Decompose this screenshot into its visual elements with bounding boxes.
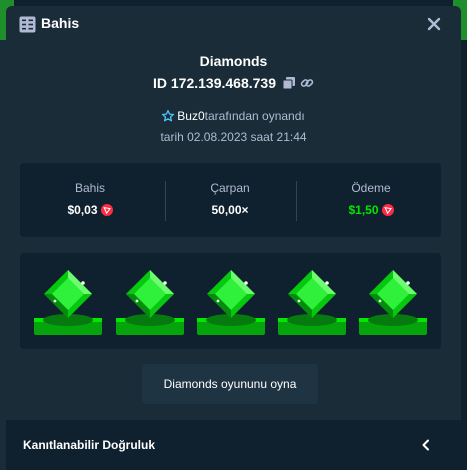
bet-id: ID 172.139.468.739 (153, 75, 276, 91)
gem-slot-1 (33, 265, 103, 337)
gem-slot-5 (358, 265, 428, 337)
green-gem-icon (278, 270, 346, 335)
provably-fair-section[interactable]: Kanıtlanabilir Doğruluk (6, 420, 461, 470)
stat-value-row: $1,50 (301, 203, 441, 217)
stat-label: Bahis (74, 181, 106, 195)
stat-payout: Ödeme $1,50 (301, 163, 441, 237)
player-name[interactable]: Buz0 (177, 109, 204, 123)
provably-fair-title: Kanıtlanabilir Doğruluk (23, 438, 156, 452)
green-gem-icon (359, 270, 427, 335)
play-game-button[interactable]: Diamonds oyununu oyna (142, 364, 318, 404)
chevron-left-icon[interactable] (419, 438, 433, 452)
gem-slot-2 (115, 265, 185, 337)
bet-stats-panel: Bahis $0,03 Çarpan 50,00× Ödeme $1,50 (20, 163, 441, 237)
stat-label: Çarpan (210, 181, 250, 195)
close-icon[interactable] (425, 15, 443, 33)
bet-id-row: ID 172.139.468.739 (6, 73, 461, 93)
played-by-label: tarafından oynandı (204, 109, 305, 123)
gem-slot-4 (277, 265, 347, 337)
multiplier-value: 50,00× (211, 203, 249, 217)
bet-date: tarih 02.08.2023 saat 21:44 (160, 130, 307, 144)
gem-slot-3 (196, 265, 266, 337)
bet-details-modal: Bahis Diamonds ID 172.139.468.739 Buz0 t… (6, 6, 461, 470)
bet-slip-icon (19, 16, 36, 33)
stat-value-row: $0,03 (20, 203, 160, 217)
stat-multiplier: Çarpan 50,00× (160, 163, 300, 237)
diamonds-board (20, 253, 441, 349)
tron-coin-icon (100, 204, 113, 216)
modal-header: Bahis (6, 6, 461, 44)
stat-label: Ödeme (351, 181, 391, 195)
stat-bet: Bahis $0,03 (20, 163, 160, 237)
green-gem-icon (197, 270, 265, 335)
stat-value-row: 50,00× (160, 203, 300, 217)
copy-icon[interactable] (283, 77, 295, 89)
bet-amount: $0,03 (67, 203, 98, 217)
stat-divider (296, 181, 297, 221)
star-icon (162, 110, 175, 122)
link-icon[interactable] (300, 76, 314, 90)
green-gem-icon (116, 270, 184, 335)
modal-title: Bahis (41, 15, 80, 31)
tron-coin-icon (381, 204, 394, 216)
played-by-row: Buz0 tarafından oynandı (6, 107, 461, 125)
game-name: Diamonds (199, 53, 268, 69)
payout-amount: $1,50 (348, 203, 379, 217)
green-gem-icon (34, 270, 102, 335)
